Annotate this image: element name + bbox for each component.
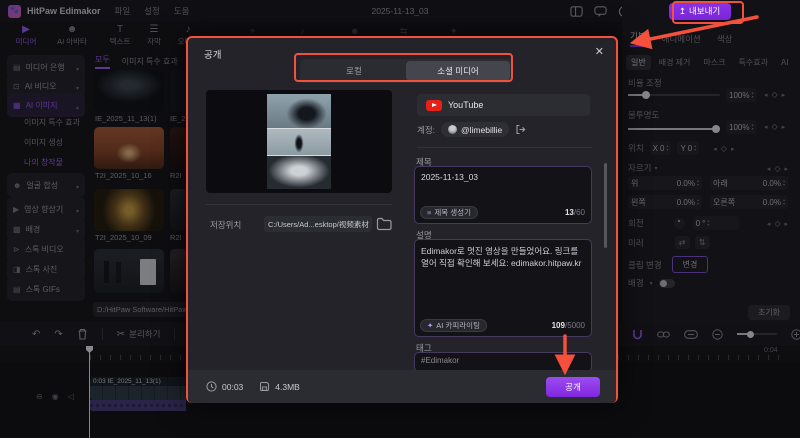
ai-copywriting-button[interactable]: ✦ AI 카피라이팅 bbox=[420, 319, 487, 332]
title-input[interactable]: 2025-11-13_03 ≡ 제목 생성기 13/60 bbox=[414, 166, 592, 224]
platform-youtube[interactable]: YouTube bbox=[417, 94, 590, 116]
tab-social-media[interactable]: 소셜 미디어 bbox=[406, 61, 510, 81]
preview-frame bbox=[267, 129, 331, 155]
duration-value: 00:03 bbox=[222, 381, 244, 392]
ai-sparkle-icon: ✦ bbox=[427, 321, 434, 330]
tag-input[interactable]: #Edimakor bbox=[414, 352, 592, 372]
title-generator-button[interactable]: ≡ 제목 생성기 bbox=[420, 206, 478, 219]
publish-button[interactable]: 공개 bbox=[546, 376, 600, 397]
export-icon: ↥ bbox=[678, 5, 686, 16]
app-window: HitPaw Edimakor 파일 설정 도움 2025-11-13_03 ↥… bbox=[0, 0, 800, 438]
dialog-scrollbar[interactable] bbox=[604, 163, 607, 248]
divider bbox=[206, 204, 392, 205]
account-avatar bbox=[448, 125, 458, 134]
logout-icon[interactable] bbox=[515, 124, 526, 135]
account-label: 계정: bbox=[417, 124, 436, 135]
description-char-count: 109/5000 bbox=[551, 321, 585, 330]
tab-local[interactable]: 로컬 bbox=[302, 61, 406, 81]
title-char-count: 13/60 bbox=[564, 208, 585, 217]
dialog-footer: 00:03 4.3MB 공개 bbox=[188, 370, 616, 403]
publish-mode-tabs: 로컬 소셜 미디어 bbox=[300, 59, 512, 83]
generator-icon: ≡ bbox=[427, 208, 432, 217]
youtube-icon bbox=[426, 99, 442, 111]
video-thumbnail bbox=[267, 94, 331, 189]
account-pill[interactable]: @limebillie bbox=[441, 122, 510, 137]
filesize-icon bbox=[260, 382, 270, 391]
folder-icon[interactable] bbox=[376, 216, 392, 232]
export-button[interactable]: ↥ 내보내기 bbox=[668, 2, 731, 20]
dialog-title: 공개 bbox=[204, 50, 222, 61]
dialog-close-icon[interactable]: ✕ bbox=[595, 45, 604, 58]
preview-frame bbox=[267, 94, 331, 128]
divider bbox=[417, 147, 592, 148]
filesize-value: 4.3MB bbox=[275, 381, 300, 392]
preview-frame bbox=[267, 156, 331, 189]
publish-dialog: 공개 ✕ 로컬 소셜 미디어 저장위치 C:/Users/Ad...esktop… bbox=[186, 36, 618, 403]
save-location-input[interactable]: C:/Users/Ad...esktop/视频素材 bbox=[264, 216, 372, 232]
description-input[interactable]: Edimakor로 멋진 영상을 만들었어요. 링크를 열어 직접 확인해 보세… bbox=[414, 239, 592, 337]
video-preview bbox=[206, 90, 392, 193]
clock-icon bbox=[206, 381, 217, 392]
save-location-label: 저장위치 bbox=[210, 220, 242, 230]
